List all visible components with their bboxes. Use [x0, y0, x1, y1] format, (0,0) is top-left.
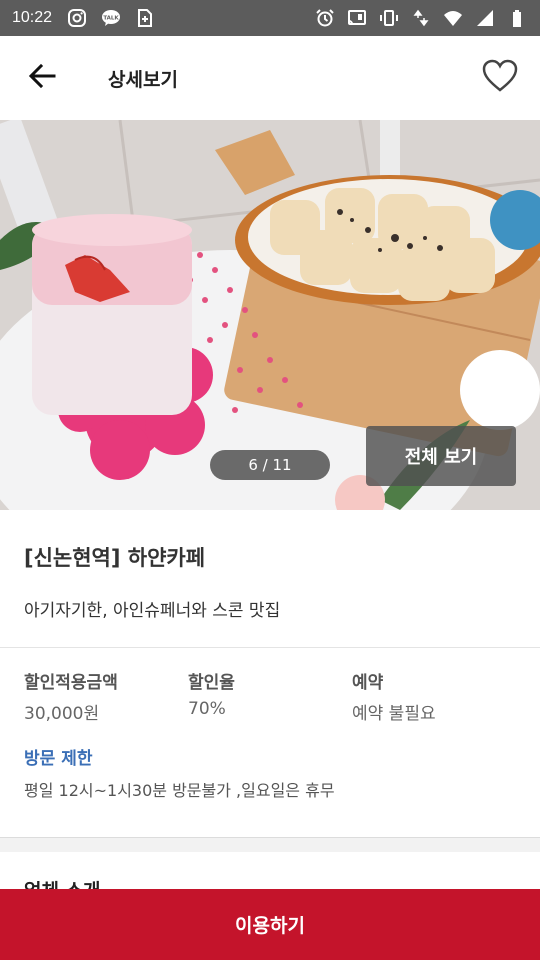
kakaotalk-icon: TALK	[100, 7, 122, 29]
deal-details: 할인적용금액 30,000원 할인율 70% 예약 예약 불필요 방문 제한 평…	[0, 648, 540, 838]
page-title: 상세보기	[108, 68, 178, 91]
image-counter: 6 / 11	[210, 450, 330, 480]
discount-price-value: 30,000원	[24, 704, 100, 724]
reservation-col: 예약 예약 불필요	[352, 668, 516, 724]
alarm-icon	[314, 7, 336, 29]
status-bar: 10:22 TALK	[0, 0, 540, 36]
reservation-label: 예약	[352, 673, 384, 693]
battery-icon	[506, 7, 528, 29]
photo-gallery[interactable]: 6 / 11 전체 보기	[0, 120, 540, 510]
favorite-button[interactable]	[480, 58, 520, 98]
vibrate-icon	[378, 7, 400, 29]
sim-add-icon	[134, 7, 156, 29]
discount-rate-col: 할인율 70%	[188, 668, 352, 724]
status-time: 10:22	[12, 9, 53, 26]
store-info: [신논현역] 하얀카페 아기자기한, 아인슈페너와 스콘 맛집	[0, 510, 540, 648]
reservation-value: 예약 불필요	[352, 704, 436, 724]
signal-icon	[474, 7, 496, 29]
heart-outline-icon	[482, 59, 518, 97]
store-description: 아기자기한, 아인슈페너와 스콘 맛집	[24, 601, 281, 621]
kakaotalk-label: TALK	[103, 16, 119, 22]
use-button[interactable]: 이용하기	[0, 889, 540, 960]
discount-rate-value: 70%	[188, 699, 226, 719]
arrow-left-icon	[28, 62, 56, 94]
visit-restriction-value: 평일 12시~1시30분 방문불가 ,일요일은 휴무	[24, 781, 335, 800]
back-button[interactable]	[0, 36, 84, 120]
view-all-button[interactable]: 전체 보기	[366, 426, 516, 486]
section-divider	[0, 838, 540, 852]
instagram-icon	[66, 7, 88, 29]
visit-restriction-label: 방문 제한	[24, 749, 93, 769]
discount-price-col: 할인적용금액 30,000원	[24, 668, 188, 724]
wifi-icon	[442, 7, 464, 29]
app-bar: 상세보기	[0, 36, 540, 120]
discount-rate-label: 할인율	[188, 673, 235, 693]
cast-icon	[346, 7, 368, 29]
store-name: [신논현역] 하얀카페	[24, 546, 206, 570]
data-arrows-icon	[410, 7, 432, 29]
discount-price-label: 할인적용금액	[24, 673, 118, 693]
